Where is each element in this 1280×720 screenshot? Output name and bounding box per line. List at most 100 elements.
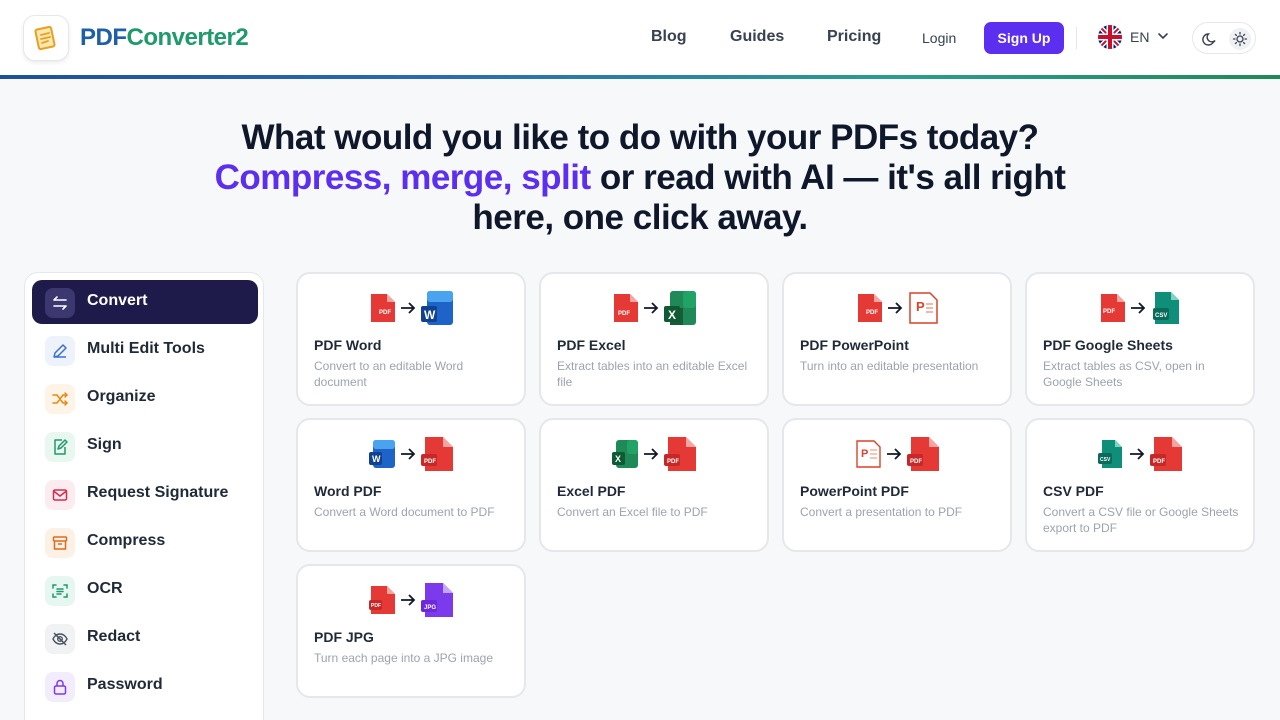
tool-card-pdf-to-excel[interactable]: PDF X PDF Excel Extract tables into an e…	[539, 272, 769, 406]
mail-icon	[45, 480, 75, 510]
arrow-right-icon	[1131, 302, 1146, 314]
pdf-file-icon: PDF	[371, 294, 395, 322]
tool-card-pdf-to-jpg[interactable]: PDF JPG PDF JPG Turn each page into a JP…	[296, 564, 526, 698]
sidebar-item-multi-edit-tools[interactable]: Multi Edit Tools	[32, 328, 258, 372]
tool-category-sidebar: Convert Multi Edit Tools Organize Sign R…	[24, 272, 264, 720]
hero-line-3: here, one click away.	[472, 198, 808, 237]
pdf-file-icon: PDF	[664, 437, 696, 471]
signup-button[interactable]: Sign Up	[984, 22, 1064, 54]
sun-icon[interactable]	[1229, 28, 1251, 50]
sidebar-item-organize[interactable]: Organize	[32, 376, 258, 420]
svg-text:PDF: PDF	[424, 459, 436, 465]
conversion-icons: PDF P	[784, 290, 1010, 326]
jpg-file-icon: JPG	[421, 583, 453, 617]
brand-name-part1: PDF	[80, 24, 127, 51]
svg-text:W: W	[372, 454, 381, 464]
hero-heading: What would you like to do with your PDFs…	[160, 118, 1120, 238]
card-title: PDF JPG	[314, 629, 374, 645]
brand-name[interactable]: PDFConverter2	[80, 24, 249, 52]
svg-text:P: P	[916, 299, 925, 314]
chevron-down-icon	[1157, 29, 1169, 45]
sidebar-item-redact[interactable]: Redact	[32, 616, 258, 660]
language-selector[interactable]: EN	[1098, 25, 1169, 49]
svg-text:P: P	[861, 448, 868, 460]
arrow-right-icon	[401, 448, 416, 460]
pdf-file-icon: PDF	[1150, 437, 1182, 471]
excel-file-icon: X	[612, 440, 638, 468]
sidebar-item-password[interactable]: Password	[32, 664, 258, 708]
pdf-file-icon: PDF	[907, 437, 939, 471]
arrow-right-icon	[644, 448, 659, 460]
sidebar-item-label: Organize	[87, 388, 156, 405]
sidebar-item-label: Multi Edit Tools	[87, 340, 205, 357]
card-description: Convert a presentation to PDF	[800, 505, 963, 519]
tool-card-pdf-to-google-sheets[interactable]: PDF CSV PDF Google Sheets Extract tables…	[1025, 272, 1255, 406]
nav-blog[interactable]: Blog	[651, 28, 687, 46]
sidebar-item-request-signature[interactable]: Request Signature	[32, 472, 258, 516]
pdf-file-icon: PDF	[1101, 294, 1125, 322]
card-title: CSV PDF	[1043, 483, 1104, 499]
word-file-icon: W	[369, 440, 395, 468]
tool-card-csv-to-pdf[interactable]: CSV PDF CSV PDF Convert a CSV file or Go…	[1025, 418, 1255, 552]
conversion-icons: PDF CSV	[1027, 290, 1253, 326]
tool-card-pdf-to-powerpoint[interactable]: PDF P PDF PowerPoint Turn into an editab…	[782, 272, 1012, 406]
hero-line-2: Compress, merge, split or read with AI —…	[160, 158, 1120, 198]
svg-text:JPG: JPG	[424, 605, 436, 611]
card-title: Word PDF	[314, 483, 382, 499]
hero-highlight: Compress, merge, split	[214, 158, 592, 197]
card-title: Excel PDF	[557, 483, 626, 499]
conversion-icons: CSV PDF	[1027, 436, 1253, 472]
hero-line-2-rest: or read with AI — it's all right	[590, 158, 1066, 197]
card-description: Extract tables into an editable Excel fi…	[557, 359, 748, 389]
language-label: EN	[1130, 29, 1150, 45]
svg-text:PDF: PDF	[667, 459, 679, 465]
word-file-icon: W	[421, 291, 453, 325]
archive-icon	[45, 528, 75, 558]
conversion-icons: PDF W	[298, 290, 524, 326]
arrow-right-icon	[888, 302, 903, 314]
powerpoint-file-icon: P	[909, 292, 938, 324]
sidebar-item-label: Redact	[87, 628, 141, 645]
svg-text:CSV: CSV	[1100, 457, 1111, 463]
moon-icon[interactable]	[1199, 28, 1221, 50]
logo-icon[interactable]	[23, 15, 69, 61]
lock-icon	[45, 672, 75, 702]
sidebar-item-convert[interactable]: Convert	[32, 280, 258, 324]
card-description: Turn into an editable presentation	[800, 359, 979, 373]
conversion-icons: PDF JPG	[298, 582, 524, 618]
tool-card-excel-to-pdf[interactable]: X PDF Excel PDF Convert an Excel file to…	[539, 418, 769, 552]
header-gradient-line	[0, 75, 1280, 79]
uk-flag-icon	[1098, 25, 1122, 49]
svg-text:PDF: PDF	[379, 310, 391, 316]
conversion-icons: P PDF	[784, 436, 1010, 472]
svg-text:PDF: PDF	[371, 603, 381, 609]
nav-pricing[interactable]: Pricing	[827, 28, 881, 46]
arrow-right-icon	[1130, 448, 1145, 460]
svg-text:PDF: PDF	[1153, 459, 1165, 465]
svg-text:X: X	[615, 454, 621, 464]
nav-guides[interactable]: Guides	[730, 28, 784, 46]
svg-text:PDF: PDF	[910, 459, 922, 465]
login-link[interactable]: Login	[922, 30, 956, 46]
tool-card-pdf-to-word[interactable]: PDF W PDF Word Convert to an editable Wo…	[296, 272, 526, 406]
sidebar-item-sign[interactable]: Sign	[32, 424, 258, 468]
tool-card-word-to-pdf[interactable]: W PDF Word PDF Convert a Word document t…	[296, 418, 526, 552]
card-description: Extract tables as CSV, open in Google Sh…	[1043, 359, 1205, 389]
pdf-file-icon: PDF	[369, 586, 395, 614]
theme-toggle[interactable]	[1192, 22, 1256, 54]
card-title: PDF Word	[314, 337, 382, 353]
card-title: PDF PowerPoint	[800, 337, 909, 353]
card-title: PDF Excel	[557, 337, 626, 353]
sidebar-item-label: OCR	[87, 580, 123, 597]
card-title: PDF Google Sheets	[1043, 337, 1173, 353]
conversion-icons: X PDF	[541, 436, 767, 472]
svg-text:PDF: PDF	[866, 310, 878, 316]
sidebar-item-compress[interactable]: Compress	[32, 520, 258, 564]
card-title: PowerPoint PDF	[800, 483, 909, 499]
arrow-right-icon	[644, 302, 659, 314]
top-header: PDFConverter2 Blog Guides Pricing Login …	[0, 0, 1280, 76]
tool-card-powerpoint-to-pdf[interactable]: P PDF PowerPoint PDF Convert a presentat…	[782, 418, 1012, 552]
svg-text:CSV: CSV	[1155, 313, 1167, 319]
sidebar-item-ocr[interactable]: OCR	[32, 568, 258, 612]
arrows-swap-icon	[45, 288, 75, 318]
